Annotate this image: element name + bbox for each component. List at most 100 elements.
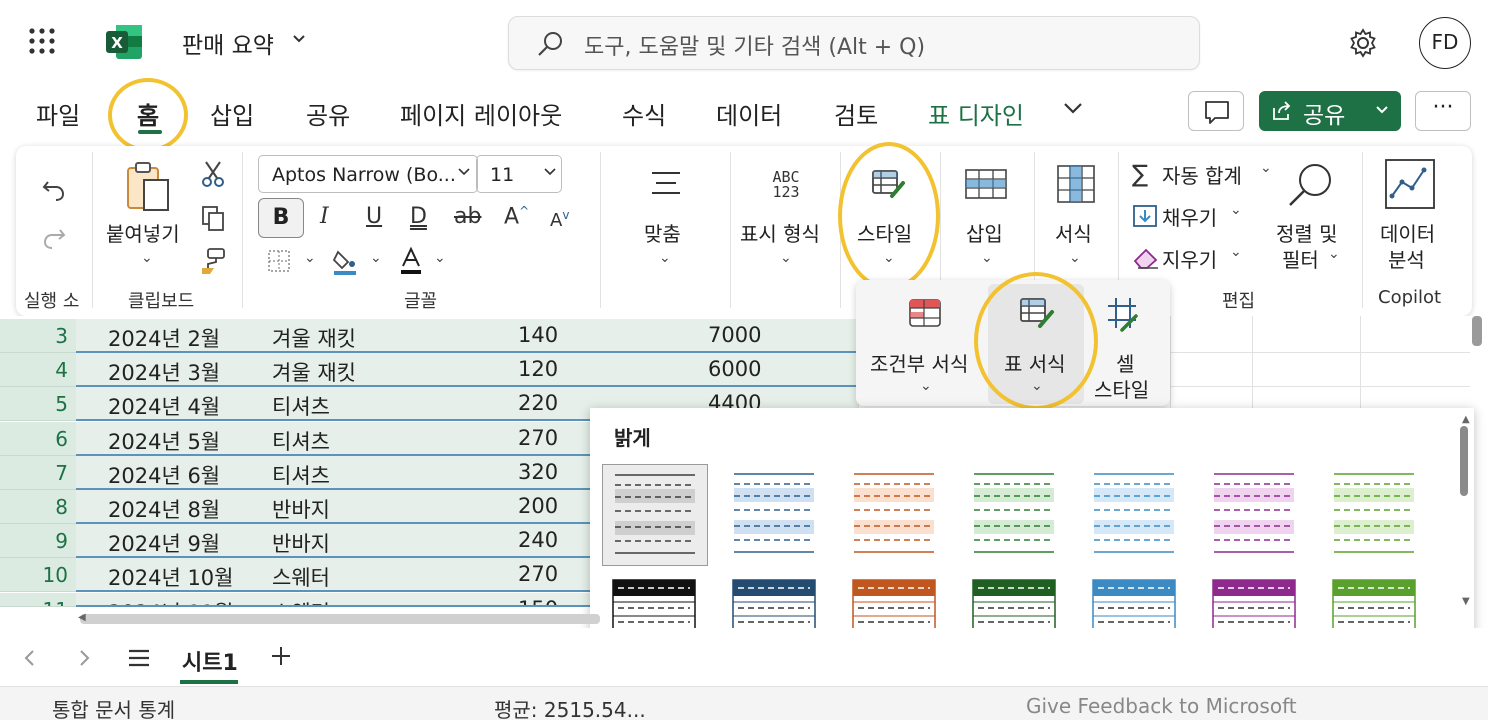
cell-item[interactable]: 반바지 xyxy=(272,494,330,522)
tab-page-layout[interactable]: 페이지 레이아웃 xyxy=(400,96,562,131)
number-format-label[interactable]: 표시 형식 xyxy=(740,218,820,247)
sort-filter-label-2[interactable]: 필터 xyxy=(1282,244,1319,273)
table-style-light-4[interactable] xyxy=(962,464,1066,564)
tab-insert[interactable]: 삽입 xyxy=(210,96,254,131)
table-style-light-7[interactable] xyxy=(1322,464,1426,564)
cell-date[interactable]: 2024년 8월 xyxy=(108,494,220,522)
row-header[interactable]: 3 xyxy=(0,319,76,353)
user-avatar[interactable]: FD xyxy=(1419,17,1471,69)
cut-icon[interactable] xyxy=(200,160,226,188)
clear-eraser-icon[interactable] xyxy=(1132,246,1160,270)
autosum-icon[interactable]: ∑ xyxy=(1132,160,1148,188)
redo-icon[interactable] xyxy=(40,224,68,252)
fill-color-icon[interactable] xyxy=(330,246,360,276)
settings-gear-icon[interactable] xyxy=(1348,28,1378,58)
paste-icon[interactable] xyxy=(124,160,174,216)
row-header[interactable]: 10 xyxy=(0,558,76,592)
app-launcher-icon[interactable] xyxy=(28,27,56,55)
scroll-up-arrow-icon[interactable]: ▲ xyxy=(1462,414,1470,425)
chevron-down-icon[interactable]: ⌄ xyxy=(434,250,446,266)
cell-qty[interactable]: 240 xyxy=(518,528,558,552)
cell-date[interactable]: 2024년 5월 xyxy=(108,426,220,454)
cell-date[interactable]: 2024년 9월 xyxy=(108,528,220,556)
cell-qty[interactable]: 270 xyxy=(518,562,558,586)
workbook-statistics[interactable]: 통합 문서 통계 xyxy=(52,694,175,720)
row-header[interactable]: 8 xyxy=(0,490,76,524)
cell-item[interactable]: 스웨터 xyxy=(272,597,330,605)
next-sheet-icon[interactable] xyxy=(78,648,92,668)
sort-filter-label-1[interactable]: 정렬 및 xyxy=(1276,218,1338,247)
chevron-down-icon[interactable]: ⌄ xyxy=(1230,202,1242,218)
chevron-down-icon[interactable]: ⌄ xyxy=(1260,160,1272,176)
clear-label[interactable]: 지우기 xyxy=(1162,244,1217,273)
cell-qty[interactable]: 120 xyxy=(518,357,558,381)
double-underline-button[interactable]: D xyxy=(410,204,427,229)
table-style-light-2[interactable] xyxy=(722,464,826,564)
horizontal-scrollbar[interactable] xyxy=(80,614,600,624)
cell-item[interactable]: 겨울 재킷 xyxy=(272,357,356,385)
format-cells-icon[interactable] xyxy=(1054,162,1098,206)
conditional-formatting-icon[interactable] xyxy=(908,296,942,330)
tab-review[interactable]: 검토 xyxy=(834,96,878,131)
chevron-down-icon[interactable]: ⌄ xyxy=(1328,246,1340,262)
cell-styles-icon[interactable] xyxy=(1106,296,1140,332)
cell-date[interactable]: 2024년 10월 xyxy=(108,562,233,590)
cell-item[interactable]: 스웨터 xyxy=(272,562,330,590)
table-style-light-1[interactable] xyxy=(602,464,708,566)
cell-date[interactable]: 2024년 4월 xyxy=(108,391,220,419)
cell-styles-label-2[interactable]: 스타일 xyxy=(1094,374,1149,403)
tab-file[interactable]: 파일 xyxy=(36,96,80,131)
chevron-down-icon[interactable]: ⌄ xyxy=(1230,244,1242,260)
previous-sheet-icon[interactable] xyxy=(22,648,36,668)
cell-item[interactable]: 티셔츠 xyxy=(272,460,330,488)
table-row[interactable]: 2024년 2월 겨울 재킷 140 7000 xyxy=(76,319,858,353)
cell-item[interactable]: 티셔츠 xyxy=(272,391,330,419)
alignment-label[interactable]: 맞춤 xyxy=(644,218,681,247)
bold-button[interactable]: B xyxy=(258,198,304,238)
chevron-down-icon[interactable]: ⌄ xyxy=(141,250,153,266)
underline-button[interactable]: U xyxy=(366,204,382,229)
cell-item[interactable]: 반바지 xyxy=(272,528,330,556)
strikethrough-button[interactable]: ab xyxy=(454,204,481,229)
row-header[interactable]: 9 xyxy=(0,524,76,558)
gallery-scrollbar-thumb[interactable] xyxy=(1460,426,1468,496)
cell-amount[interactable]: 7000 xyxy=(708,323,761,347)
analyze-data-icon[interactable] xyxy=(1384,158,1436,210)
more-options-button[interactable]: ··· xyxy=(1415,91,1471,131)
tab-share[interactable]: 공유 xyxy=(306,96,350,131)
format-cells-label[interactable]: 서식 xyxy=(1055,218,1092,247)
row-header[interactable]: 11 xyxy=(0,593,76,607)
comments-button[interactable] xyxy=(1188,91,1244,131)
undo-icon[interactable] xyxy=(40,176,68,204)
chevron-down-icon[interactable] xyxy=(292,34,306,44)
tab-table-design[interactable]: 표 디자인 xyxy=(928,96,1024,131)
feedback-link[interactable]: Give Feedback to Microsoft xyxy=(1026,694,1297,718)
fill-label[interactable]: 채우기 xyxy=(1162,202,1217,231)
chevron-down-icon[interactable]: ⌄ xyxy=(659,250,671,266)
sort-filter-search-icon[interactable] xyxy=(1286,160,1336,210)
row-header[interactable]: 5 xyxy=(0,387,76,421)
table-row[interactable]: 2024년 3월 겨울 재킷 120 6000 xyxy=(76,353,858,387)
cell-styles-label-1[interactable]: 셀 xyxy=(1116,348,1134,377)
row-header[interactable]: 4 xyxy=(0,353,76,387)
paste-label[interactable]: 붙여넣기 xyxy=(106,218,180,247)
table-style-light-3[interactable] xyxy=(842,464,946,564)
table-style-light-6[interactable] xyxy=(1202,464,1306,564)
chevron-down-icon[interactable]: ⌄ xyxy=(780,250,792,266)
cell-qty[interactable]: 140 xyxy=(518,323,558,347)
decrease-font-icon[interactable]: Av xyxy=(550,208,569,231)
conditional-formatting-label[interactable]: 조건부 서식 xyxy=(870,348,968,377)
more-tabs-chevron-icon[interactable] xyxy=(1062,100,1084,116)
italic-button[interactable]: I xyxy=(320,204,329,229)
increase-font-icon[interactable]: A^ xyxy=(504,204,529,229)
add-sheet-icon[interactable] xyxy=(270,645,292,667)
cell-qty[interactable]: 270 xyxy=(518,426,558,450)
chevron-down-icon[interactable]: ⌄ xyxy=(304,250,316,266)
analyze-data-label-2[interactable]: 분석 xyxy=(1388,244,1425,273)
alignment-icon[interactable] xyxy=(648,168,684,198)
cell-date[interactable]: 2024년 6월 xyxy=(108,460,220,488)
cell-item[interactable]: 티셔츠 xyxy=(272,426,330,454)
insert-cells-label[interactable]: 삽입 xyxy=(966,218,1003,247)
share-button[interactable]: 공유 xyxy=(1259,91,1401,131)
all-sheets-menu-icon[interactable] xyxy=(128,648,150,668)
